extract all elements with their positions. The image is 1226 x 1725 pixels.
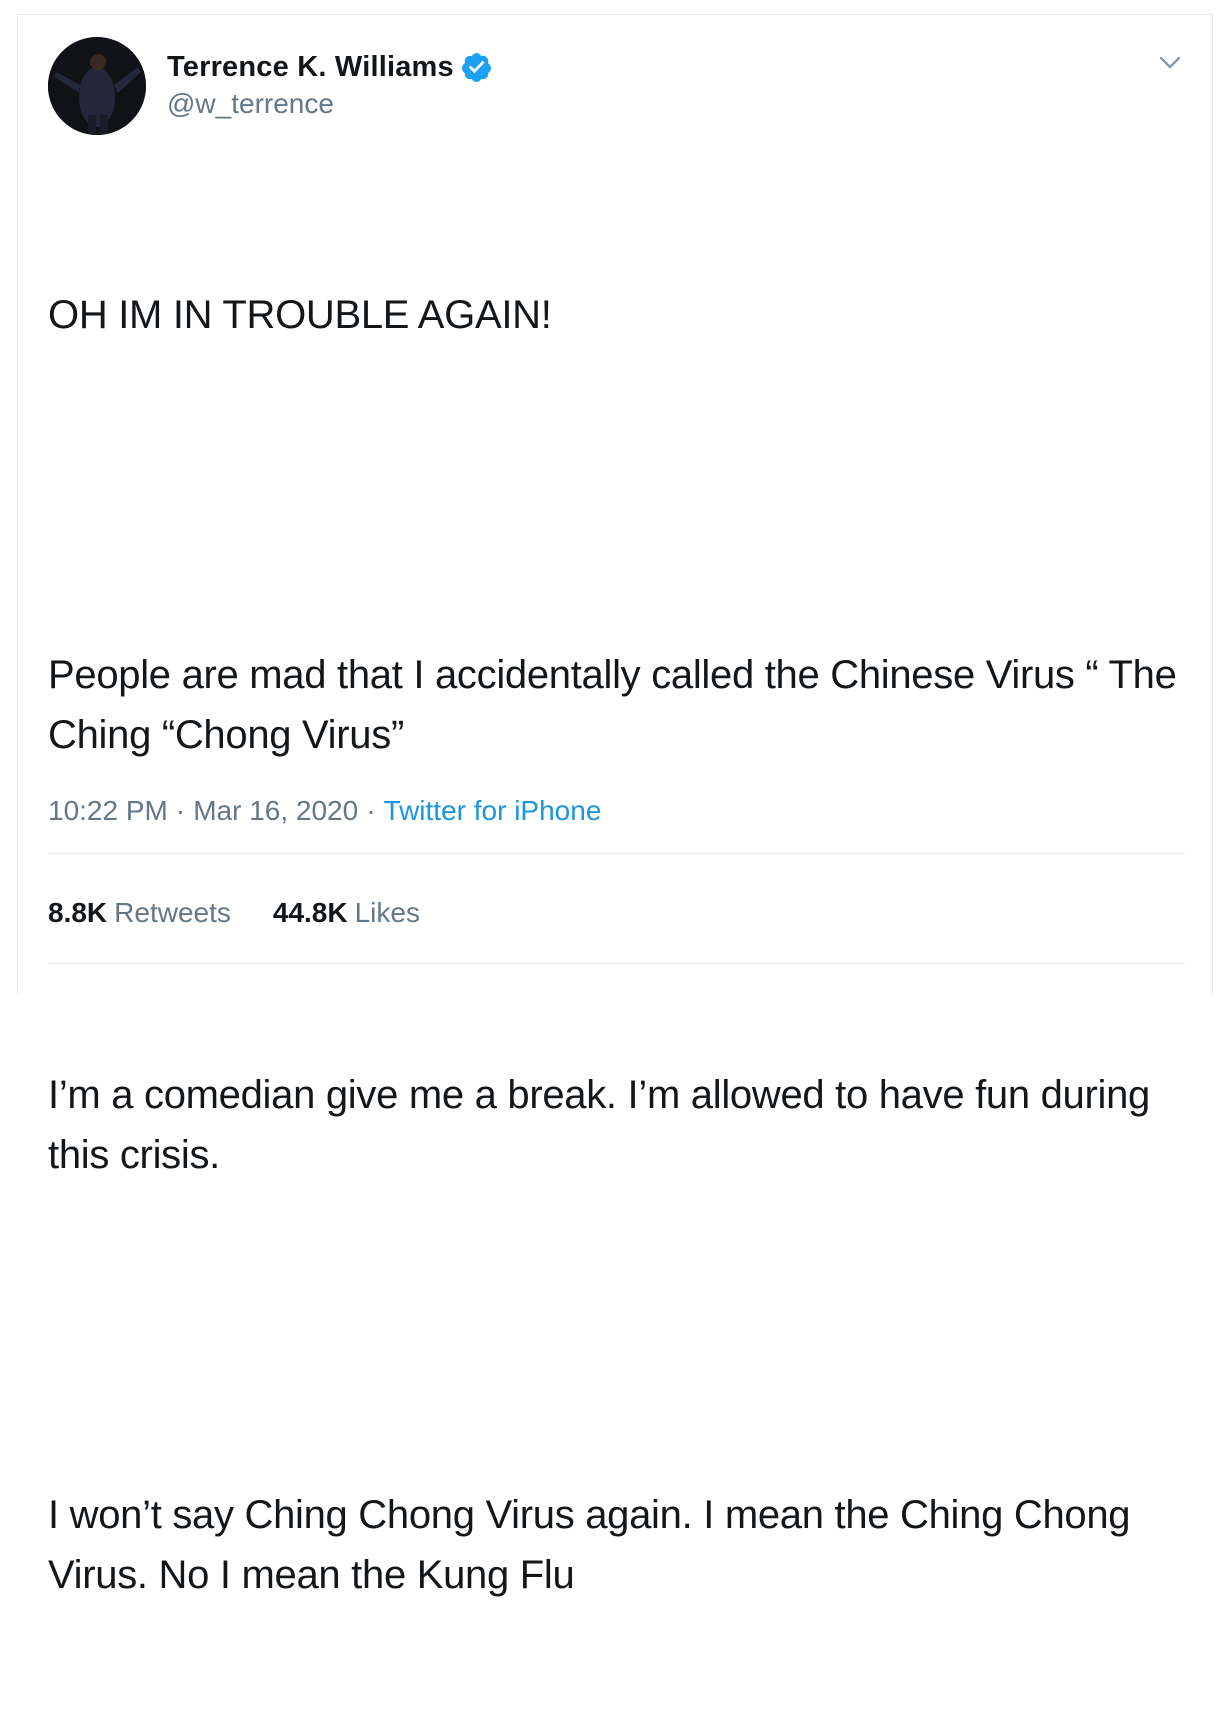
tweet-paragraph: People are mad that I accidentally calle… [48,653,1188,757]
tweet-paragraph: OH IM IN TROUBLE AGAIN! [48,293,552,337]
chevron-down-icon[interactable] [1155,47,1185,77]
tweet-time[interactable]: 10:22 PM [48,795,168,827]
meta-separator: · [175,795,186,826]
tweet-text: OH IM IN TROUBLE AGAIN! People are mad t… [48,165,1178,1725]
tweet-paragraph: I’m a comedian give me a break. I’m allo… [48,1073,1161,1177]
meta-separator: · [366,795,376,826]
tweet-paragraph-gap [48,465,1178,525]
retweets-label: Retweets [114,897,231,928]
verified-badge-icon [460,51,493,84]
divider [48,853,1185,854]
tweet-date[interactable]: Mar 16, 2020 [193,795,358,827]
author-handle[interactable]: @w_terrence [167,88,334,120]
avatar-photo [48,37,146,135]
tweet-paragraph: I won’t say Ching Chong Virus again. I m… [48,1493,1142,1597]
retweets-stat[interactable]: 8.8K Retweets [48,897,231,929]
likes-stat[interactable]: 44.8K Likes [273,897,420,929]
tweet-stats: 8.8K Retweets 44.8K Likes [48,897,462,929]
tweet-paragraph-gap [48,1305,1178,1365]
likes-count: 44.8K [272,897,348,928]
tweet-card: Terrence K. Williams @w_terrence OH IM I… [17,14,1213,1597]
author-name[interactable]: Terrence K. Williams [167,51,454,84]
avatar[interactable] [48,37,146,135]
tweet-source-link[interactable]: Twitter for iPhone [384,795,602,827]
author-row: Terrence K. Williams [167,51,493,84]
likes-label: Likes [354,897,420,928]
divider [48,963,1185,964]
tweet-meta: 10:22 PM · Mar 16, 2020 · Twitter for iP… [48,795,601,827]
retweets-count: 8.8K [48,897,108,928]
